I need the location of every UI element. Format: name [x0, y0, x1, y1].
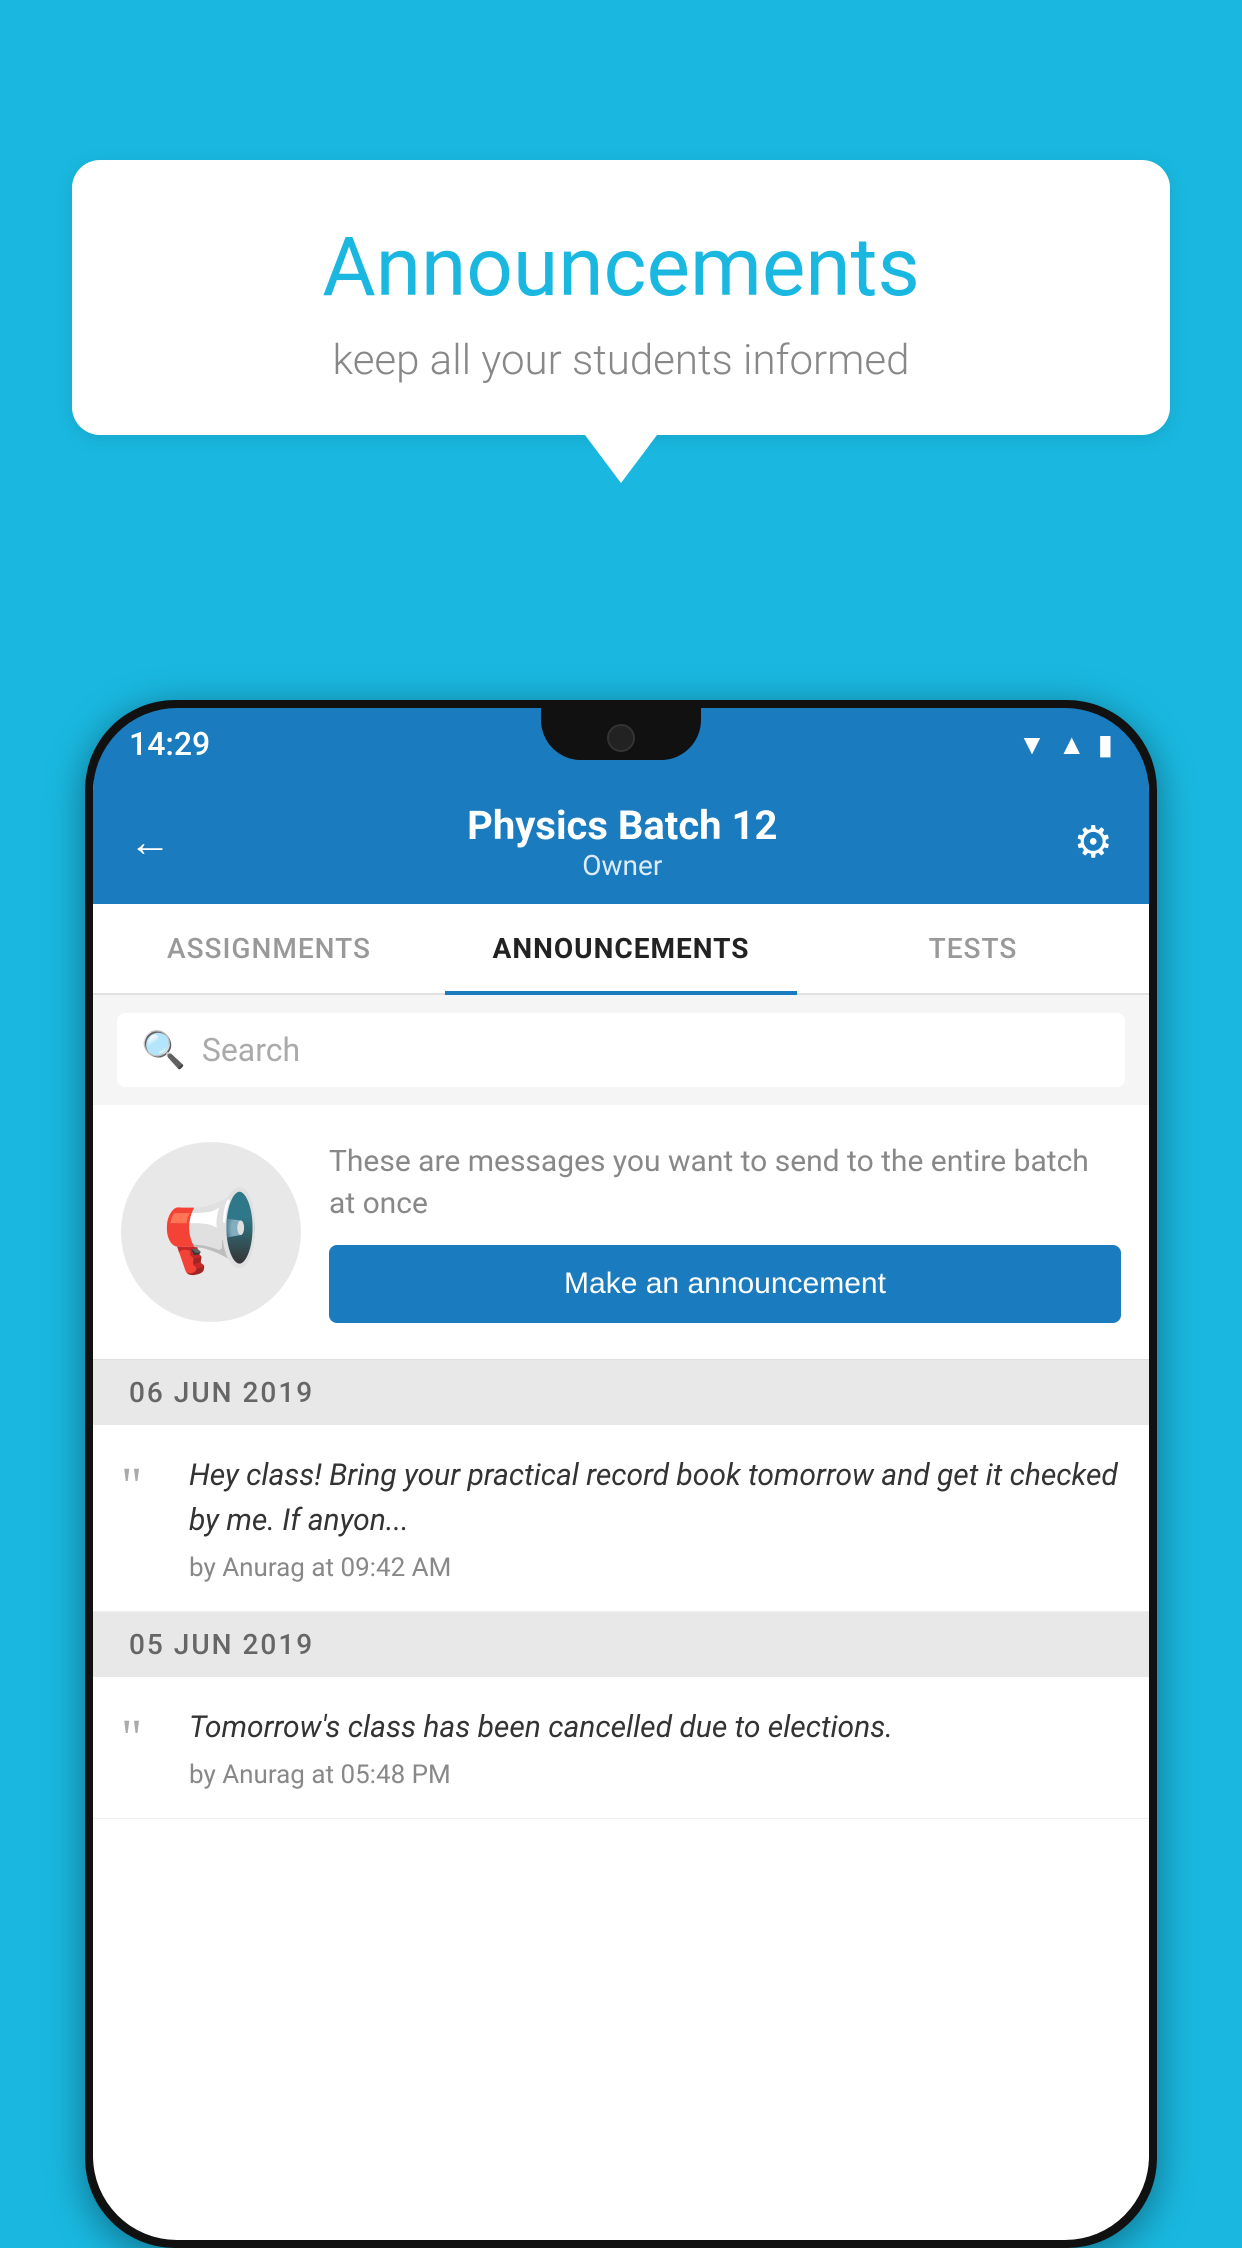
header-subtitle: Owner [467, 849, 777, 882]
signal-icon: ▲ [1058, 728, 1086, 761]
bubble-subtitle: keep all your students informed [152, 336, 1090, 385]
announcement-item-2[interactable]: " Tomorrow's class has been cancelled du… [93, 1677, 1149, 1819]
search-icon: 🔍 [141, 1029, 186, 1071]
speech-bubble-container: Announcements keep all your students inf… [72, 160, 1170, 483]
quote-icon-2: " [121, 1713, 165, 1765]
megaphone-circle: 📢 [121, 1142, 301, 1322]
announcement-item-1[interactable]: " Hey class! Bring your practical record… [93, 1425, 1149, 1612]
tabs-bar: ASSIGNMENTS ANNOUNCEMENTS TESTS [93, 904, 1149, 995]
status-icons: ▼ ▲ ▮ [1018, 728, 1113, 761]
speech-bubble-arrow [585, 435, 657, 483]
announcement-meta-2: by Anurag at 05:48 PM [189, 1760, 1121, 1790]
megaphone-icon: 📢 [161, 1185, 261, 1279]
tab-tests[interactable]: TESTS [797, 904, 1149, 993]
tab-announcements[interactable]: ANNOUNCEMENTS [445, 904, 797, 993]
battery-icon: ▮ [1098, 728, 1113, 761]
announcement-content-1: Hey class! Bring your practical record b… [189, 1453, 1121, 1583]
app-screen: ← Physics Batch 12 Owner ⚙ ASSIGNMENTS A… [93, 780, 1149, 2240]
phone-frame: 14:29 ▼ ▲ ▮ ← Physics Batch 12 Owner ⚙ [85, 700, 1157, 2248]
date-separator-2: 05 JUN 2019 [93, 1612, 1149, 1677]
wifi-icon: ▼ [1018, 728, 1046, 761]
bubble-title: Announcements [152, 220, 1090, 316]
header-center: Physics Batch 12 Owner [467, 802, 777, 882]
announcement-content-2: Tomorrow's class has been cancelled due … [189, 1705, 1121, 1790]
search-box[interactable]: 🔍 Search [117, 1013, 1125, 1087]
cta-description: These are messages you want to send to t… [329, 1141, 1121, 1225]
back-button[interactable]: ← [129, 818, 171, 867]
make-announcement-button[interactable]: Make an announcement [329, 1245, 1121, 1323]
camera [607, 724, 635, 752]
search-container: 🔍 Search [93, 995, 1149, 1105]
announcement-text-1: Hey class! Bring your practical record b… [189, 1453, 1121, 1543]
search-input[interactable]: Search [202, 1031, 300, 1069]
header-title: Physics Batch 12 [467, 802, 777, 849]
settings-icon[interactable]: ⚙ [1074, 816, 1113, 868]
announcement-meta-1: by Anurag at 09:42 AM [189, 1553, 1121, 1583]
speech-bubble: Announcements keep all your students inf… [72, 160, 1170, 435]
quote-icon-1: " [121, 1461, 165, 1513]
cta-right: These are messages you want to send to t… [329, 1141, 1121, 1323]
phone-inner: 14:29 ▼ ▲ ▮ ← Physics Batch 12 Owner ⚙ [93, 708, 1149, 2240]
date-separator-1: 06 JUN 2019 [93, 1360, 1149, 1425]
notch [541, 708, 701, 760]
status-time: 14:29 [129, 725, 210, 763]
app-header: ← Physics Batch 12 Owner ⚙ [93, 780, 1149, 904]
tab-assignments[interactable]: ASSIGNMENTS [93, 904, 445, 993]
announcement-text-2: Tomorrow's class has been cancelled due … [189, 1705, 1121, 1750]
announcement-cta: 📢 These are messages you want to send to… [93, 1105, 1149, 1360]
